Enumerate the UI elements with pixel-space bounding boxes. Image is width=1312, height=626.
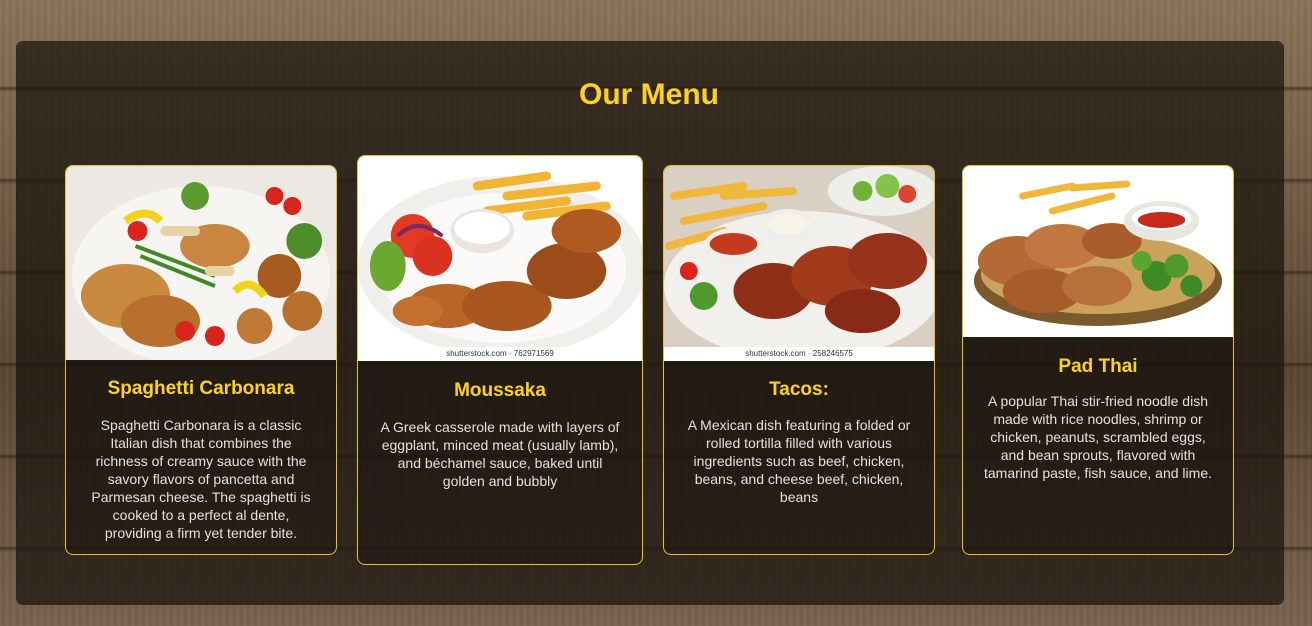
menu-card-moussaka[interactable]: shutterstock.com · 762971569 Moussaka A … [357,155,643,565]
menu-card-tacos[interactable]: shutterstock.com · 258246575 Tacos: A Me… [663,165,935,555]
food-image: shutterstock.com · 258246575 [664,166,934,361]
dish-name: Spaghetti Carbonara [107,378,295,399]
image-watermark: shutterstock.com · 258246575 [664,347,934,361]
dish-name: Tacos: [769,379,829,400]
dish-description: A Greek casserole made with layers of eg… [380,419,620,489]
dish-name: Pad Thai [1058,356,1138,377]
dish-description: A Mexican dish featuring a folded or rol… [687,417,911,505]
image-watermark: shutterstock.com · 762971569 [358,347,642,361]
food-image [66,166,336,360]
menu-card-spaghetti-carbonara[interactable]: Spaghetti Carbonara Spaghetti Carbonara … [65,165,337,555]
food-image [963,166,1233,337]
food-image: shutterstock.com · 762971569 [358,156,642,361]
dish-name: Moussaka [454,380,546,401]
menu-card-pad-thai[interactable]: Pad Thai A popular Thai stir-fried noodl… [962,165,1234,555]
dish-description: Spaghetti Carbonara is a classic Italian… [91,417,311,541]
menu-title: Our Menu [579,78,719,111]
dish-description: A popular Thai stir-fried noodle dish ma… [983,393,1212,481]
